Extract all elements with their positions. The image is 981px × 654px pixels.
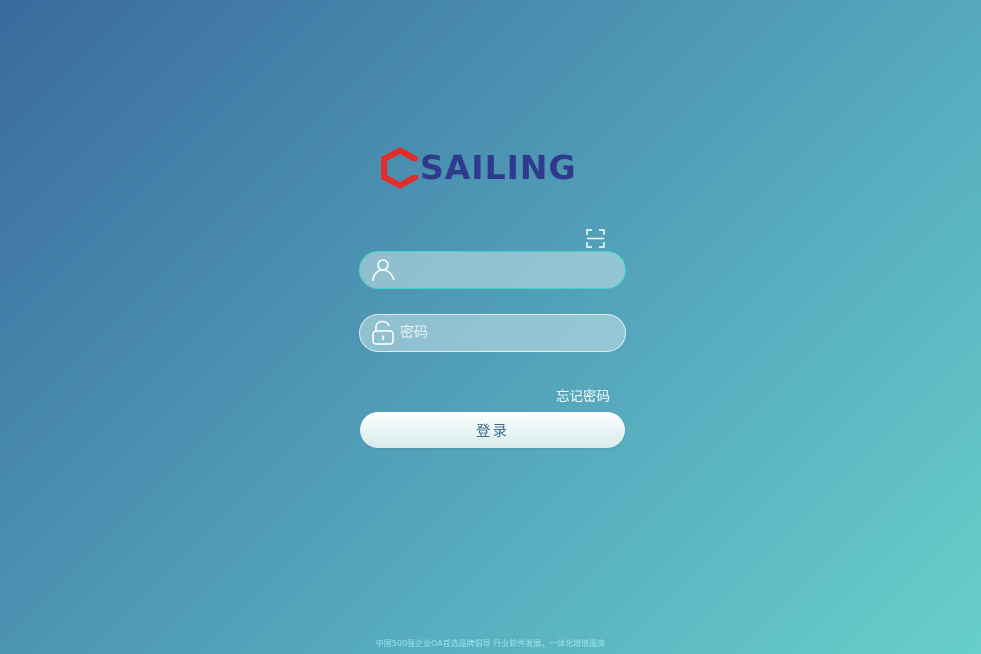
- brand-name: SAILING: [420, 148, 577, 187]
- footer-slogan: 中国500强企业OA首选品牌倡导 行业软件发展，一体化增值服务: [375, 639, 606, 648]
- login-button[interactable]: 登录: [360, 412, 625, 448]
- user-icon: [372, 259, 395, 282]
- qr-scan-icon[interactable]: [586, 229, 605, 248]
- login-page: { "brand": { "logo_text": "SAILING", "lo…: [0, 0, 981, 654]
- username-input[interactable]: [396, 252, 625, 288]
- username-field[interactable]: [359, 251, 626, 289]
- forgot-password-link[interactable]: 忘记密码: [556, 385, 610, 405]
- brand-logo: SAILING: [378, 142, 578, 194]
- password-field[interactable]: [359, 314, 626, 352]
- unlock-icon: [372, 320, 394, 345]
- sailing-c-logo-icon: [381, 147, 418, 189]
- password-input[interactable]: [396, 315, 625, 351]
